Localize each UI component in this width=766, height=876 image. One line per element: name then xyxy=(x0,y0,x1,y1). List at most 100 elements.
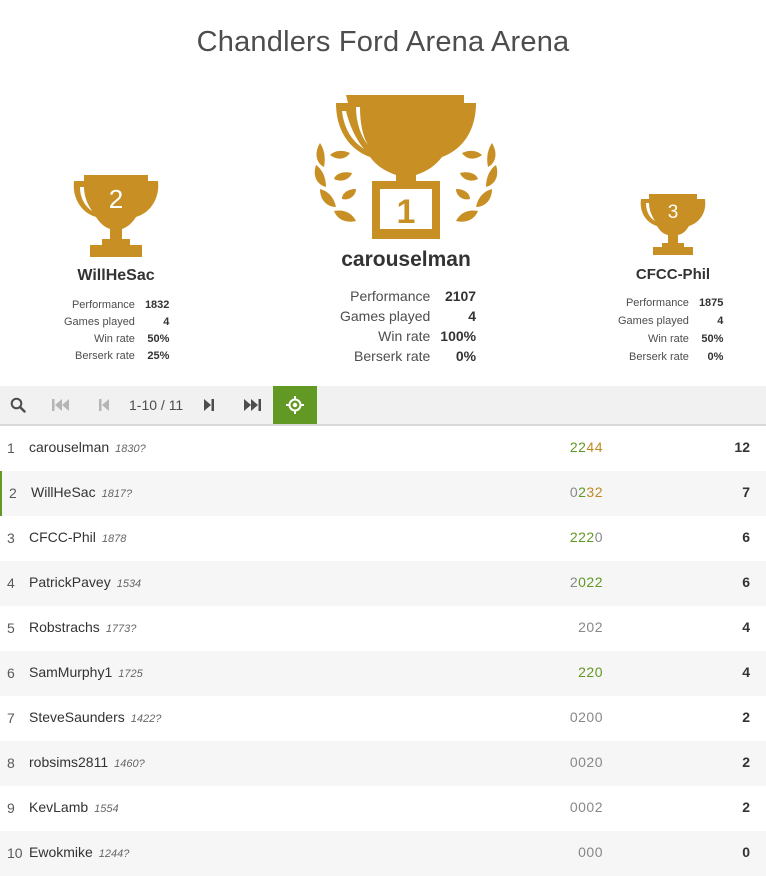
total-score: 12 xyxy=(734,439,750,455)
stat-label: Performance xyxy=(625,296,689,309)
table-row[interactable]: 2 WillHeSac 1817? 0232 7 xyxy=(0,471,766,516)
player-rating: 1773? xyxy=(105,623,137,635)
player-name-link[interactable]: WillHeSac xyxy=(31,484,96,500)
total-score: 4 xyxy=(742,664,750,680)
player-name-link[interactable]: carouselman xyxy=(29,439,109,455)
player-name-link[interactable]: SteveSaunders xyxy=(29,709,125,725)
last-page-button[interactable] xyxy=(234,386,270,424)
player-rating: 1460? xyxy=(114,758,145,770)
stat-label: Games played xyxy=(340,308,431,324)
score-sheet: 0200 xyxy=(570,709,603,725)
player-name-cell: Ewokmike 1244? xyxy=(29,844,129,860)
player-rank: 3 xyxy=(7,530,15,546)
stat-value: 1875 xyxy=(698,296,724,309)
second-place-rank: 2 xyxy=(109,184,123,214)
score-sheet-segment: 0 xyxy=(594,529,603,545)
player-rating: 1554 xyxy=(94,803,119,815)
score-sheet: 0002 xyxy=(570,799,603,815)
player-name-link[interactable]: PatrickPavey xyxy=(29,574,111,590)
score-sheet-segment: 0020 xyxy=(569,754,603,770)
table-row[interactable]: 8 robsims2811 1460? 0020 2 xyxy=(0,741,766,786)
page-title: Chandlers Ford Arena Arena xyxy=(196,26,570,58)
table-row[interactable]: 9 KevLamb 1554 0002 2 xyxy=(0,786,766,831)
player-name-cell: WillHeSac 1817? xyxy=(31,484,132,500)
player-rating: 1817? xyxy=(101,488,133,500)
focus-me-button[interactable] xyxy=(273,386,317,424)
table-row[interactable]: 1 carouselman 1830? 2244 12 xyxy=(0,426,766,471)
player-rank: 10 xyxy=(7,845,23,861)
stat-value: 4 xyxy=(163,316,170,328)
score-sheet-segment: 222 xyxy=(569,529,595,545)
score-sheet-segment: 32 xyxy=(586,484,603,500)
score-sheet-segment: 22 xyxy=(569,439,587,455)
third-place-trophy-icon: 3 xyxy=(640,194,706,255)
stat-value: 0% xyxy=(455,348,477,364)
stat-label: Performance xyxy=(71,299,135,311)
player-rank: 1 xyxy=(7,440,15,456)
stat-value: 4 xyxy=(717,314,724,327)
player-name-link[interactable]: robsims2811 xyxy=(29,754,108,770)
total-score: 6 xyxy=(742,574,750,590)
stat-label: Berserk rate xyxy=(75,350,135,362)
table-row[interactable]: 10 Ewokmike 1244? 000 0 xyxy=(0,831,766,876)
player-rating: 1244? xyxy=(98,848,130,860)
player-rating: 1830? xyxy=(115,443,146,455)
table-row[interactable]: 3 CFCC-Phil 1878 2220 6 xyxy=(0,516,766,561)
player-name-link[interactable]: Ewokmike xyxy=(29,844,93,860)
standings-table: 1 carouselman 1830? 2244 12 2 WillHeSac 1817? 02… xyxy=(0,426,766,876)
previous-page-button[interactable] xyxy=(90,386,118,424)
player-rank: 4 xyxy=(7,575,15,591)
search-icon xyxy=(10,397,26,413)
table-row[interactable]: 7 SteveSaunders 1422? 0200 2 xyxy=(0,696,766,741)
score-sheet: 2022 xyxy=(570,574,603,590)
score-sheet-segment: 0 xyxy=(569,484,579,500)
table-row[interactable]: 5 Robstrachs 1773? 202 4 xyxy=(0,606,766,651)
table-row[interactable]: 6 SamMurphy1 1725 220 4 xyxy=(0,651,766,696)
skip-last-icon xyxy=(244,399,261,411)
first-place-rank: 1 xyxy=(397,193,416,231)
player-name-cell: robsims2811 1460? xyxy=(29,754,145,770)
search-button[interactable] xyxy=(0,386,36,424)
player-rank: 9 xyxy=(7,800,15,816)
first-page-button[interactable] xyxy=(44,386,78,424)
player-name-cell: carouselman 1830? xyxy=(29,439,146,455)
score-sheet: 2244 xyxy=(570,439,603,455)
score-sheet-segment: 022 xyxy=(578,574,603,590)
player-name-cell: SamMurphy1 1725 xyxy=(29,664,143,680)
player-name-link[interactable]: KevLamb xyxy=(29,799,88,815)
second-place-name: WillHeSac xyxy=(77,267,155,284)
table-row[interactable]: 4 PatrickPavey 1534 2022 6 xyxy=(0,561,766,606)
player-name-link[interactable]: CFCC-Phil xyxy=(29,529,96,545)
total-score: 0 xyxy=(742,844,750,860)
third-place-rank: 3 xyxy=(668,202,679,223)
stat-value: 25% xyxy=(147,350,170,362)
standings-toolbar: 1-10 / 11 xyxy=(0,386,766,426)
total-score: 4 xyxy=(742,619,750,635)
score-sheet-segment: 0002 xyxy=(569,799,603,815)
player-rank: 5 xyxy=(7,620,15,636)
player-rank: 8 xyxy=(7,755,15,771)
stat-value: 0% xyxy=(707,350,724,363)
stat-label: Win rate xyxy=(93,333,135,345)
score-sheet-segment: 000 xyxy=(578,844,603,860)
player-name-cell: Robstrachs 1773? xyxy=(29,619,136,635)
next-page-button[interactable] xyxy=(195,386,223,424)
total-score: 7 xyxy=(742,484,750,500)
stat-label: Win rate xyxy=(378,328,431,344)
player-name-cell: CFCC-Phil 1878 xyxy=(29,529,126,545)
player-name-link[interactable]: SamMurphy1 xyxy=(29,664,112,680)
step-forward-icon xyxy=(204,399,214,411)
stat-label: Win rate xyxy=(647,332,689,345)
score-sheet-segment: 2 xyxy=(569,574,579,590)
stat-label: Berserk rate xyxy=(629,350,689,363)
score-sheet: 0232 xyxy=(570,484,603,500)
stat-label: Games played xyxy=(64,316,135,328)
stat-value: 2107 xyxy=(444,288,477,304)
total-score: 2 xyxy=(742,754,750,770)
stat-value: 1832 xyxy=(144,299,170,311)
player-rating: 1534 xyxy=(116,578,142,590)
score-sheet: 202 xyxy=(578,619,603,635)
score-sheet-segment: 220 xyxy=(578,664,603,680)
player-name-link[interactable]: Robstrachs xyxy=(29,619,100,635)
player-rank: 7 xyxy=(7,710,15,726)
